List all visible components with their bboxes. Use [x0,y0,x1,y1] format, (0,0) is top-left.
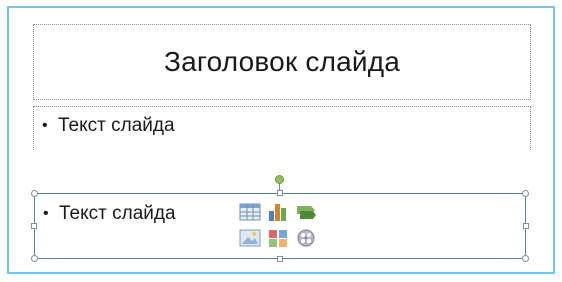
resize-handle-bottom-left[interactable] [31,255,38,262]
selected-content-placeholder[interactable]: • Текст слайда [31,175,529,262]
media-clip-icon[interactable] [294,227,318,249]
smartart-icon[interactable] [294,201,318,223]
resize-handle-right[interactable] [523,223,529,229]
chart-icon[interactable] [266,201,290,223]
body-placeholder[interactable]: • Текст слайда [33,106,531,150]
slide-title[interactable]: Заголовок слайда [164,46,400,78]
title-placeholder[interactable]: Заголовок слайда [33,24,531,100]
bullet-icon: • [42,117,48,134]
bullet-text[interactable]: Текст слайда [58,115,175,137]
picture-icon[interactable] [238,227,262,249]
rotate-handle[interactable] [275,175,284,184]
clipart-icon[interactable] [266,227,290,249]
slide-canvas: Заголовок слайда • Текст слайда • Текст … [7,6,555,274]
table-icon[interactable] [238,201,262,223]
resize-handle-top-right[interactable] [522,190,529,197]
bullet-item: • Текст слайда [42,115,530,137]
resize-handle-top[interactable] [277,190,283,196]
resize-handle-bottom[interactable] [277,256,283,262]
bullet-icon: • [43,205,49,222]
bullet-text[interactable]: Текст слайда [59,203,176,225]
resize-handle-left[interactable] [31,223,37,229]
content-insert-icons [238,201,326,251]
resize-handle-top-left[interactable] [31,190,38,197]
resize-handle-bottom-right[interactable] [522,255,529,262]
